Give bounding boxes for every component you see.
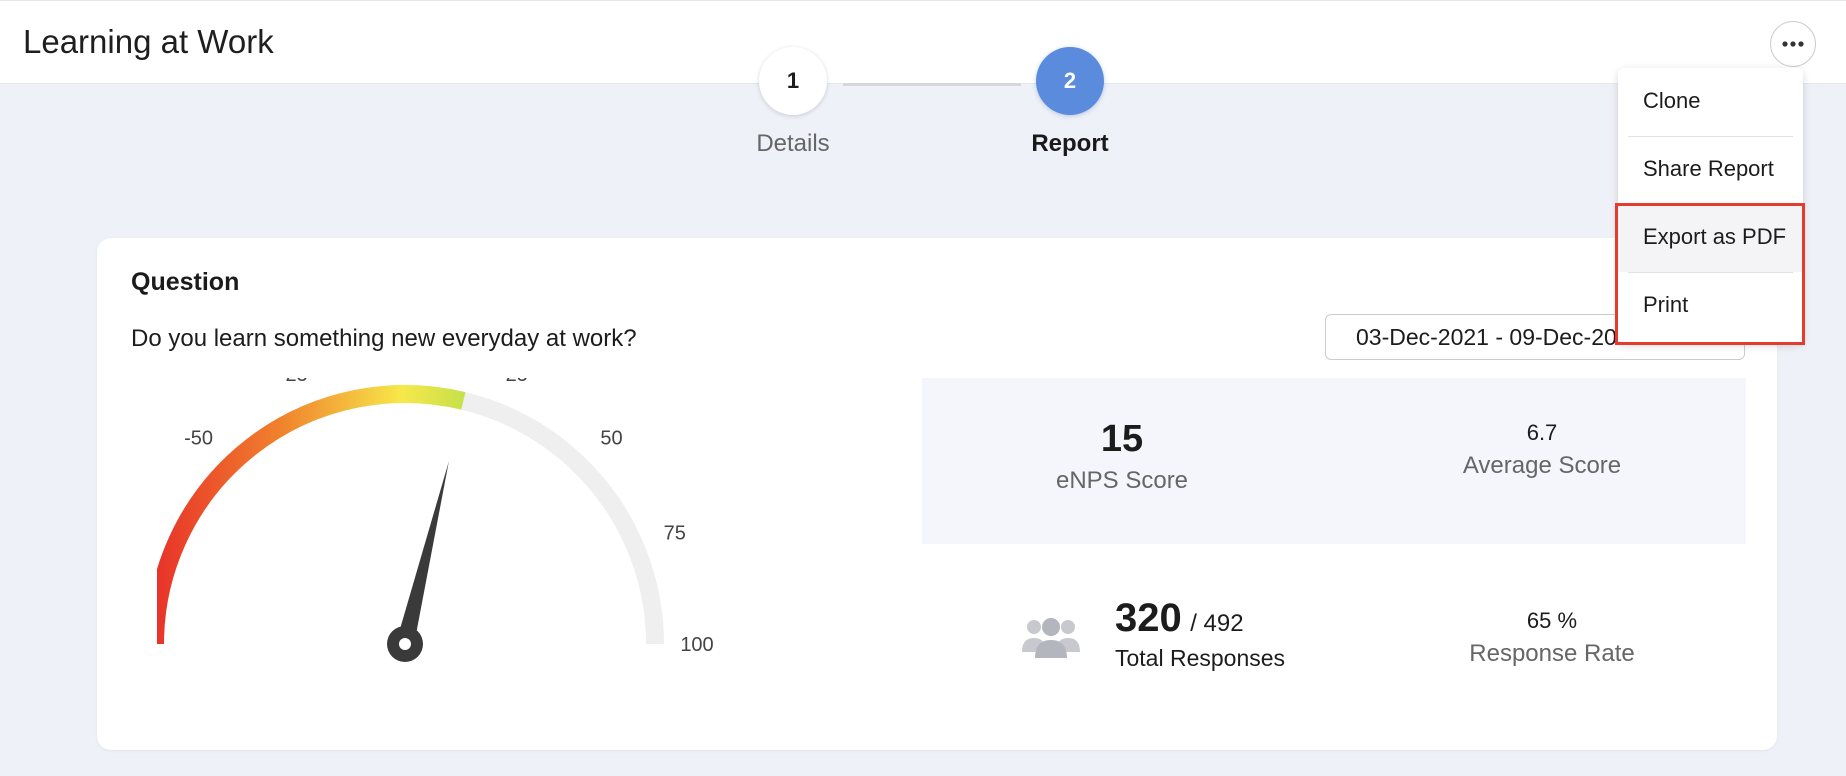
menu-item-print[interactable]: Print [1618,272,1803,340]
more-horizontal-icon [1782,41,1804,47]
more-options-menu: Clone Share Report Export as PDF Print [1618,68,1803,344]
gauge-tick-label: -25 [279,378,308,386]
score-summary-panel: 15 eNPS Score 6.7 Average Score [922,378,1746,544]
gauge-tick-label: 50 [600,428,622,450]
step-details-label[interactable]: Details [713,130,873,158]
step-report-label[interactable]: Report [990,130,1150,158]
average-score-stat: 6.7 Average Score [1442,420,1642,480]
gauge-tick-label: 25 [506,378,528,386]
top-bar: Learning at Work [0,0,1846,84]
gauge-needle [396,461,449,647]
question-heading: Question [131,268,240,296]
response-rate-stat: 65 % Response Rate [1452,608,1652,668]
stepper-connector [843,83,1021,86]
question-text: Do you learn something new everyday at w… [131,325,637,352]
response-rate-value: 65 % [1526,608,1578,633]
menu-item-share-report[interactable]: Share Report [1618,136,1803,204]
menu-item-clone[interactable]: Clone [1618,68,1803,136]
page-title: Learning at Work [23,23,274,60]
step-report-circle[interactable]: 2 [1036,47,1104,115]
response-summary-panel: 320 / 492 Total Responses 65 % Response … [922,554,1746,724]
response-rate-label: Response Rate [1469,640,1635,667]
gauge-tick-label: 100 [680,634,713,656]
total-responses-stat: 320 / 492 Total Responses [1115,596,1285,672]
gauge-tick-label: -50 [184,428,213,450]
responses-total: / 492 [1190,610,1244,637]
gauge-track [157,385,664,645]
average-score-label: Average Score [1462,452,1622,479]
enps-score-label: eNPS Score [1055,467,1189,494]
average-score-value: 6.7 [1526,420,1558,445]
total-responses-label: Total Responses [1115,645,1286,671]
gauge-hub-center [399,638,411,650]
question-report-card: Question Do you learn something new ever… [97,238,1777,750]
more-options-button[interactable] [1770,21,1816,67]
menu-item-export-pdf[interactable]: Export as PDF [1618,204,1803,272]
gauge-tick-label: 75 [664,522,686,544]
enps-gauge: -100-75-50-250255075100 [157,378,714,662]
enps-stat: 15 eNPS Score [1012,418,1232,495]
enps-score-value: 15 [1100,418,1144,460]
responses-count: 320 [1115,596,1182,640]
step-details-circle[interactable]: 1 [759,47,827,115]
users-group-icon [1022,618,1080,658]
